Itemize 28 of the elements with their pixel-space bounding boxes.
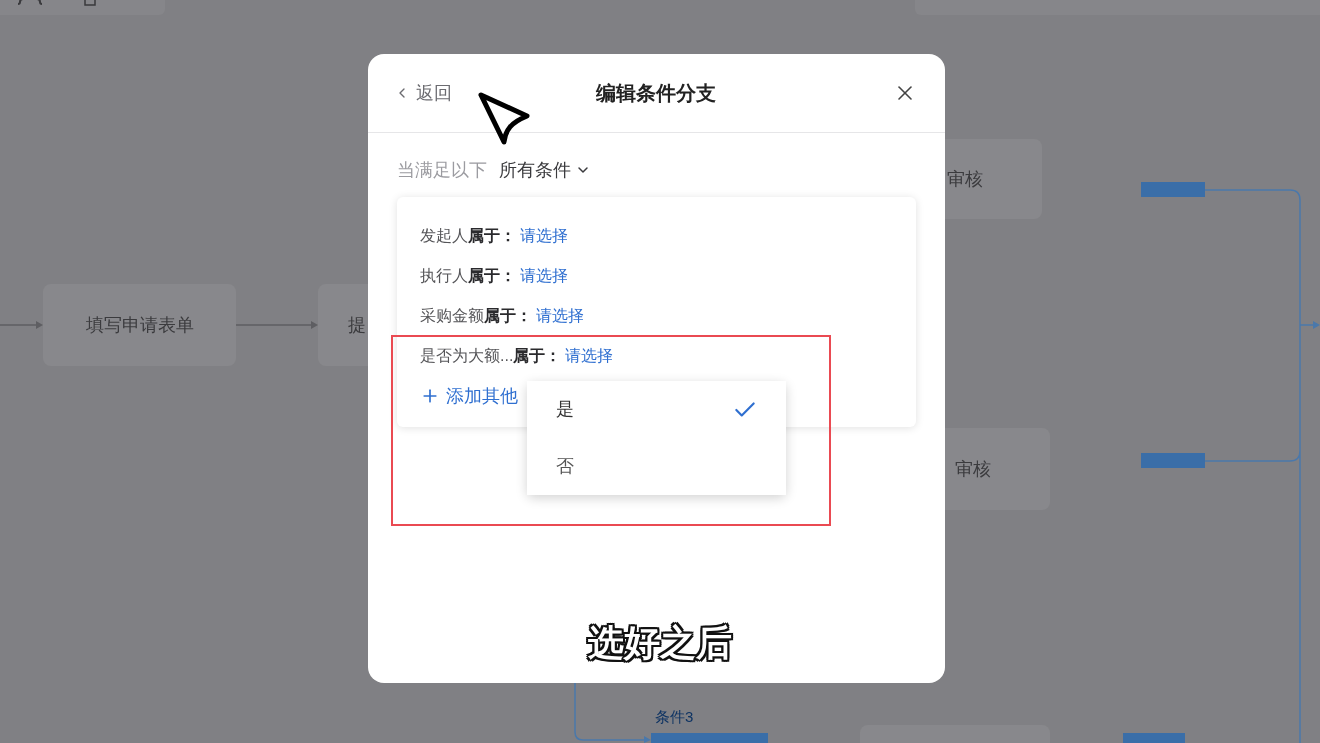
flow-node[interactable]: 填写申请表单	[43, 284, 236, 366]
select-link[interactable]: 请选择	[520, 264, 568, 288]
back-button[interactable]: 返回	[394, 79, 452, 107]
braces-icon[interactable]	[18, 0, 42, 7]
condition-field: 执行人	[420, 264, 468, 288]
condition-operator: 属于：	[513, 346, 562, 366]
condition-field: 采购金额	[420, 304, 484, 328]
dropdown-option[interactable]: 否	[527, 438, 786, 495]
add-condition-button[interactable]: 添加其他	[420, 382, 518, 410]
branch-label: 条件3	[655, 707, 694, 727]
match-rule-label: 当满足以下	[397, 158, 487, 182]
flow-node[interactable]: 审核	[945, 428, 1050, 510]
select-link[interactable]: 请选择	[536, 304, 584, 328]
flow-node[interactable]: 提	[318, 284, 368, 366]
condition-field: 是否为大额...	[420, 344, 514, 368]
condition-field: 发起人	[420, 224, 468, 248]
flow-node[interactable]: 审核	[945, 139, 1042, 219]
select-link[interactable]: 请选择	[565, 344, 614, 368]
subtitle-caption: 选好之后	[588, 621, 732, 665]
connector-arrow	[0, 321, 43, 329]
dialog-title: 编辑条件分支	[595, 81, 716, 106]
select-link[interactable]: 请选择	[520, 224, 568, 248]
dropdown-option[interactable]: 是	[527, 381, 786, 438]
mouse-pointer-icon	[476, 90, 532, 146]
match-mode-dropdown[interactable]: 所有条件	[499, 156, 591, 184]
condition-operator: 属于：	[468, 266, 516, 286]
condition-operator: 属于：	[484, 306, 532, 326]
condition-operator: 属于：	[468, 226, 516, 246]
